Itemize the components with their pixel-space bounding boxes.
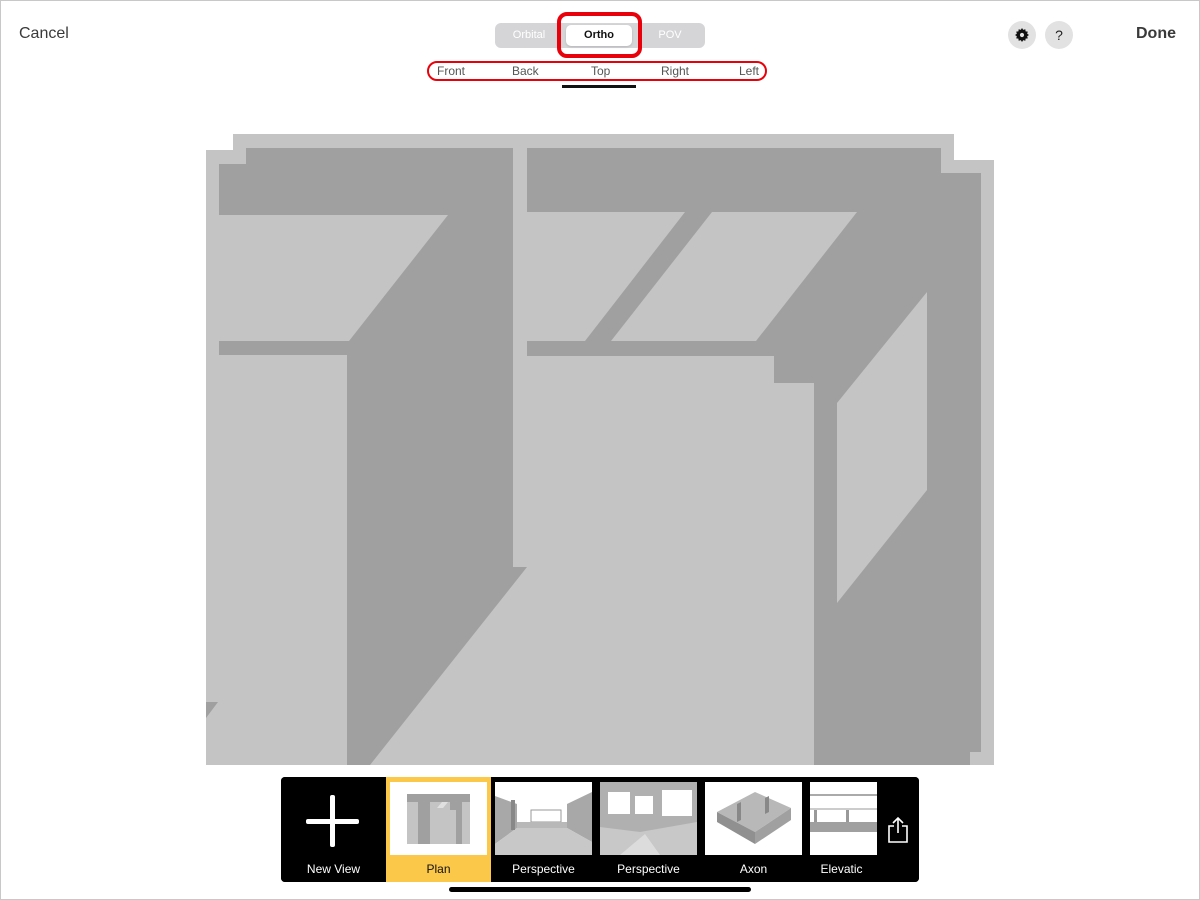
elevation-thumbnail — [810, 782, 877, 855]
perspective-thumbnail — [495, 782, 592, 855]
view-card-label: Perspective — [512, 862, 575, 876]
view-card-label: Perspective — [617, 862, 680, 876]
new-view-button[interactable]: New View — [281, 777, 386, 882]
view-card-perspective-1[interactable]: Perspective — [491, 777, 596, 882]
plan-thumbnail — [390, 782, 487, 855]
share-icon — [888, 816, 908, 843]
view-card-label: Elevatic — [820, 862, 863, 876]
view-card-elevation[interactable]: Elevatic — [806, 777, 877, 882]
floor-plan-canvas[interactable] — [0, 0, 1200, 900]
axon-thumbnail — [705, 782, 802, 855]
share-button[interactable] — [877, 777, 919, 882]
perspective-thumbnail — [600, 782, 697, 855]
new-view-label: New View — [306, 862, 361, 876]
view-card-perspective-2[interactable]: Perspective — [596, 777, 701, 882]
view-card-label: Axon — [739, 862, 768, 876]
views-thumbnail-strip: New View Plan Perspective Perspective Ax… — [281, 777, 919, 882]
view-card-label: Plan — [426, 862, 451, 876]
home-indicator — [449, 887, 751, 892]
view-card-axon[interactable]: Axon — [701, 777, 806, 882]
floor-plan-top-view — [206, 134, 994, 765]
view-card-plan[interactable]: Plan — [386, 777, 491, 882]
